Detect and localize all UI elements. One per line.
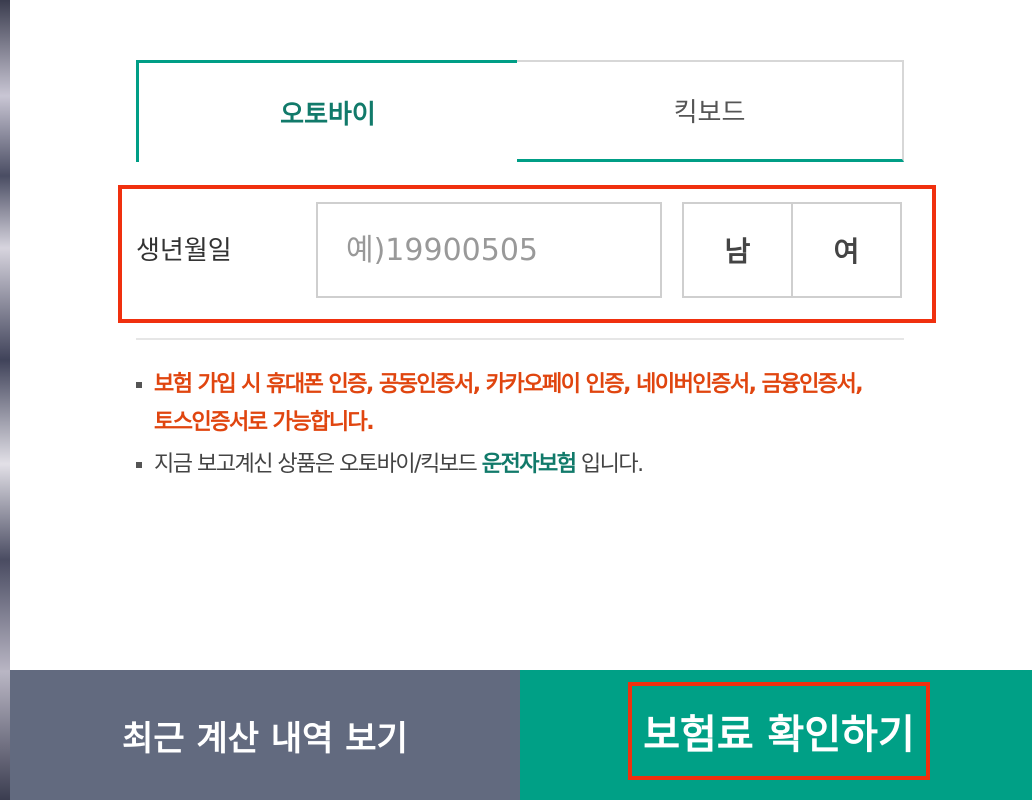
vehicle-tabs: 오토바이 킥보드 xyxy=(136,60,904,162)
birthdate-input[interactable] xyxy=(316,202,662,298)
check-premium-label: 보험료 확인하기 xyxy=(628,682,930,780)
auth-notice-line2: 토스인증서로 가능합니다. xyxy=(154,410,375,435)
gender-selector: 남 여 xyxy=(682,202,902,298)
section-divider xyxy=(136,338,904,340)
background-image-strip xyxy=(0,0,10,800)
tab-motorcycle[interactable]: 오토바이 xyxy=(136,60,520,162)
gender-male-button[interactable]: 남 xyxy=(684,204,791,296)
insurance-form-panel: 오토바이 킥보드 생년월일 남 여 보험 가입 시 휴대폰 인증, 공동인증서,… xyxy=(10,0,1032,800)
notice-list: 보험 가입 시 휴대폰 인증, 공동인증서, 카카오페이 인증, 네이버인증서,… xyxy=(136,366,916,484)
product-notice: 지금 보고계신 상품은 오토바이/킥보드 운전자보험 입니다. xyxy=(136,446,916,484)
tab-kickboard[interactable]: 킥보드 xyxy=(517,60,904,162)
birthdate-label: 생년월일 xyxy=(136,236,232,266)
product-notice-prefix: 지금 보고계신 상품은 오토바이/킥보드 xyxy=(154,452,482,477)
bullet-icon xyxy=(136,462,142,468)
gender-female-button[interactable]: 여 xyxy=(791,204,900,296)
auth-methods-notice: 보험 가입 시 휴대폰 인증, 공동인증서, 카카오페이 인증, 네이버인증서,… xyxy=(136,366,916,442)
check-premium-button[interactable]: 보험료 확인하기 xyxy=(520,670,1032,800)
recent-calculation-history-button[interactable]: 최근 계산 내역 보기 xyxy=(10,670,520,800)
auth-notice-line1: 보험 가입 시 휴대폰 인증, 공동인증서, 카카오페이 인증, 네이버인증서,… xyxy=(154,372,864,397)
product-notice-suffix: 입니다. xyxy=(575,452,644,477)
bullet-icon xyxy=(136,382,142,388)
product-notice-emphasis: 운전자보험 xyxy=(481,452,577,477)
